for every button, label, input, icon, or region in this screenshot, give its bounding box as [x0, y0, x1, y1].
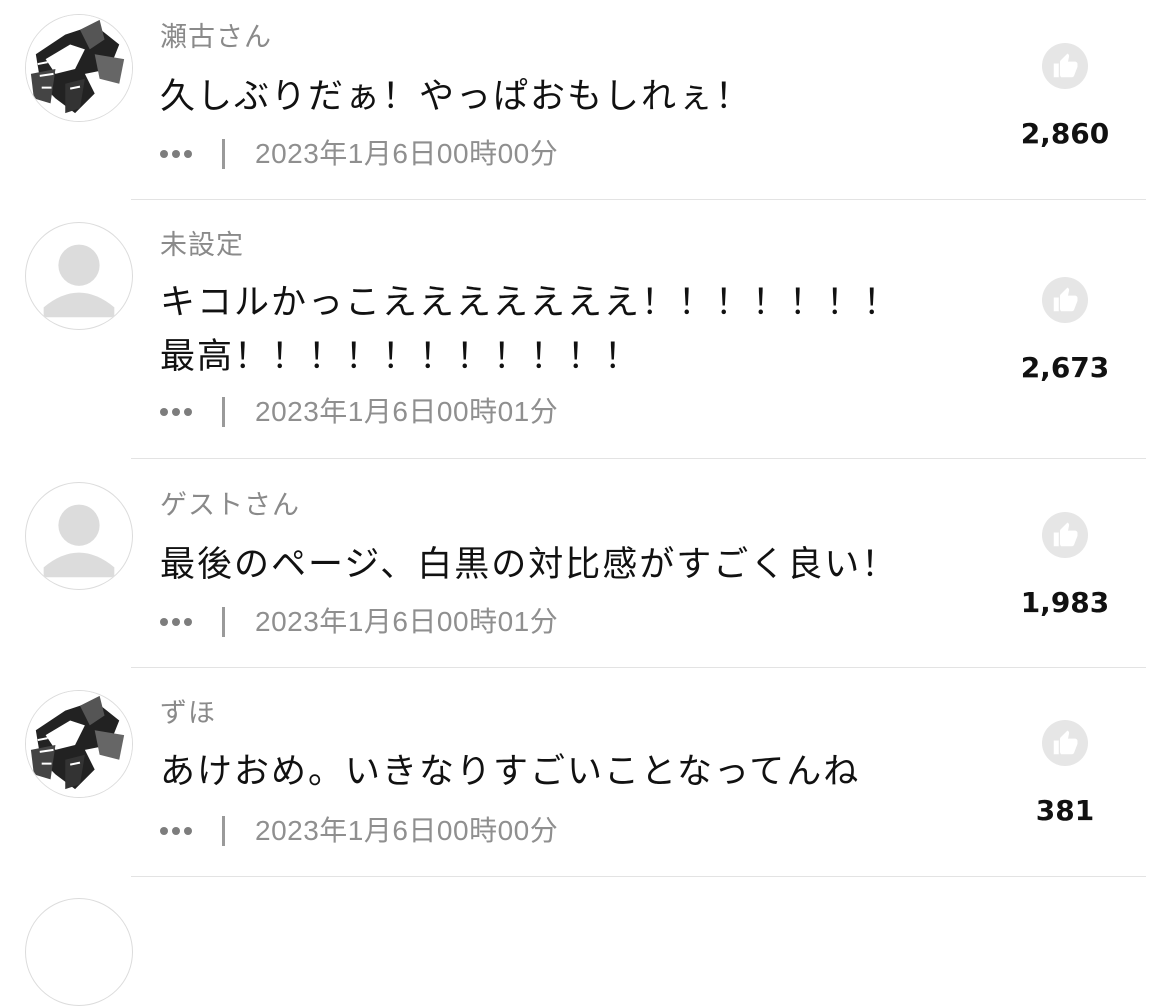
like-group: 2,860	[1010, 43, 1120, 150]
comment-timestamp: 2023年1月6日00時00分	[255, 815, 559, 846]
comment-meta: 2023年1月6日00時01分	[160, 397, 558, 427]
meta-separator	[222, 607, 225, 637]
comment-username: ゲストさん	[160, 490, 300, 521]
comment-timestamp: 2023年1月6日00時01分	[255, 606, 559, 637]
default-user-avatar-icon	[43, 244, 115, 318]
divider	[131, 199, 1146, 200]
like-button[interactable]	[1042, 512, 1088, 558]
like-group: 1,983	[1010, 512, 1120, 619]
like-count: 381	[1035, 794, 1095, 827]
more-options-button[interactable]	[160, 816, 192, 846]
like-count: 2,673	[1020, 351, 1110, 384]
comment-text: あけおめ。いきなりすごいことなってんね	[160, 752, 861, 792]
more-options-button[interactable]	[160, 139, 192, 169]
divider	[131, 458, 1146, 459]
like-button[interactable]	[1042, 43, 1088, 89]
default-user-avatar-icon	[43, 504, 115, 578]
comment-timestamp: 2023年1月6日00時01分	[255, 396, 559, 427]
meta-separator	[222, 139, 225, 169]
avatar[interactable]	[25, 898, 133, 1006]
avatar[interactable]	[25, 690, 133, 798]
more-options-button[interactable]	[160, 397, 192, 427]
comment-timestamp: 2023年1月6日00時00分	[255, 138, 559, 169]
comment-text: 最後のページ、白黒の対比感がすごく良い！	[160, 545, 899, 585]
more-options-button[interactable]	[160, 607, 192, 637]
comment-text: キコルかっこえええええええ！！！！！！！ 最高！！！！！！！！！！！	[160, 283, 901, 377]
like-group: 381	[1010, 720, 1120, 827]
comment-meta: 2023年1月6日00時00分	[160, 816, 558, 846]
thumbs-up-icon	[1053, 522, 1078, 547]
avatar[interactable]	[25, 14, 133, 122]
thumbs-up-icon	[1053, 53, 1078, 78]
thumbs-up-icon	[1053, 287, 1078, 312]
divider	[131, 667, 1146, 668]
like-count: 1,983	[1020, 586, 1110, 619]
meta-separator	[222, 816, 225, 846]
like-button[interactable]	[1042, 277, 1088, 323]
comment-username: 瀬古さん	[160, 22, 272, 53]
divider	[131, 876, 1146, 877]
like-group: 2,673	[1010, 277, 1120, 384]
meta-separator	[222, 397, 225, 427]
manga-avatar-icon	[26, 691, 132, 797]
thumbs-up-icon	[1053, 730, 1078, 755]
like-button[interactable]	[1042, 720, 1088, 766]
comment-meta: 2023年1月6日00時01分	[160, 607, 558, 637]
comment-text: 久しぶりだぁ！やっぱおもしれぇ！	[160, 77, 753, 117]
comment-username: ずほ	[160, 698, 216, 729]
manga-avatar-icon	[26, 15, 132, 121]
like-count: 2,860	[1020, 117, 1110, 150]
avatar[interactable]	[25, 482, 133, 590]
avatar[interactable]	[25, 222, 133, 330]
comment-username: 未設定	[160, 230, 244, 261]
comment-meta: 2023年1月6日00時00分	[160, 139, 558, 169]
